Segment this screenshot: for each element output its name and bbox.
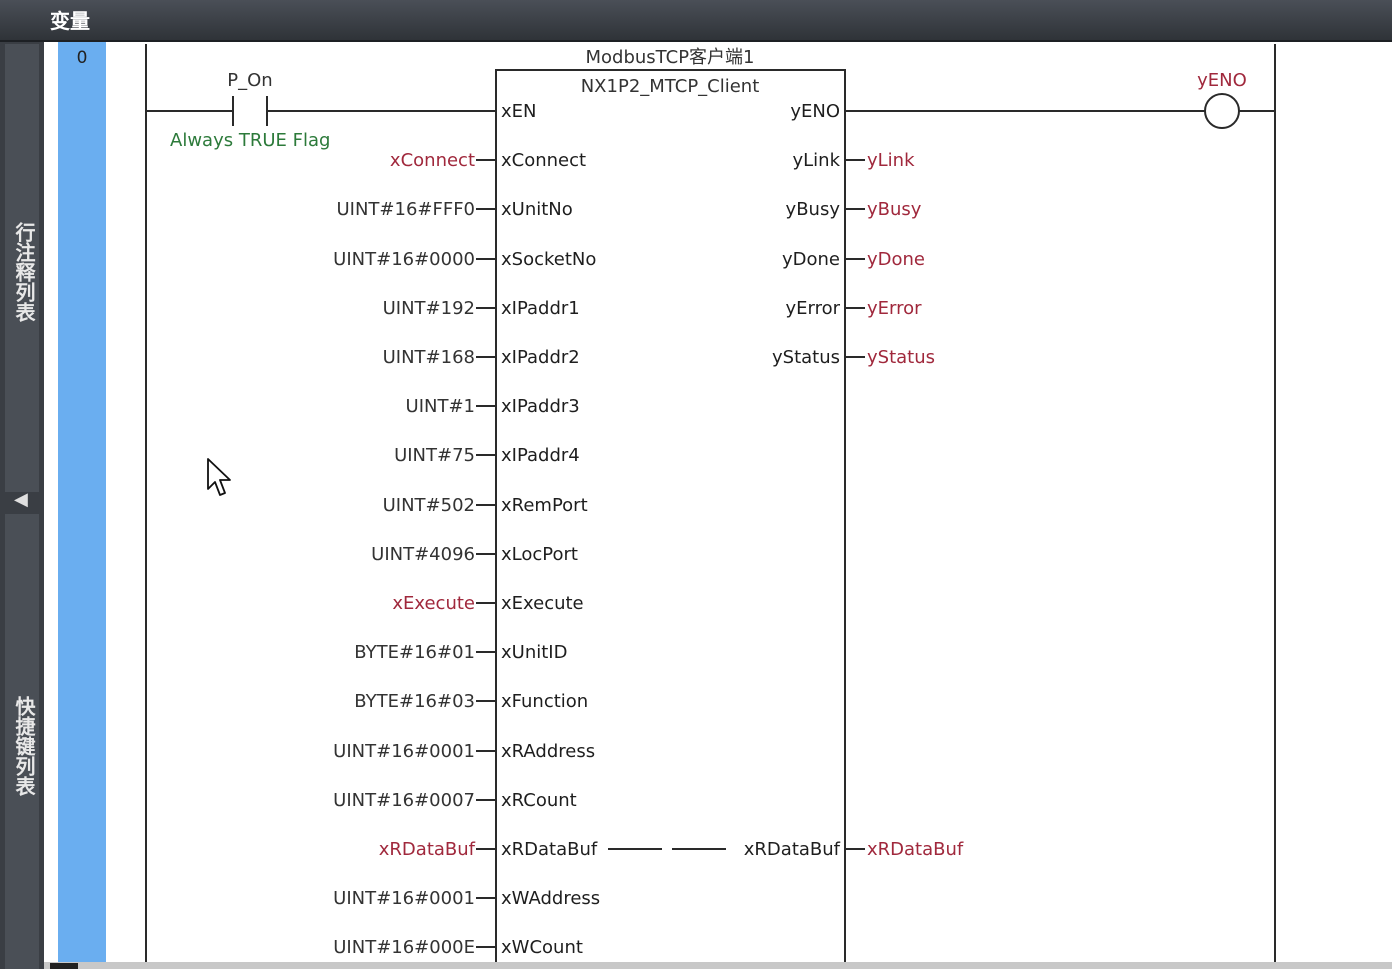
fb-input-pin: xWAddress [501, 888, 600, 909]
fb-input-arg[interactable]: UINT#16#0000 [333, 249, 475, 270]
fb-output-arg[interactable]: yError [867, 298, 922, 319]
fb-inout-arg[interactable]: xRDataBuf [867, 839, 964, 860]
scrollbar-thumb[interactable] [50, 963, 78, 969]
fb-input-arg[interactable]: xConnect [390, 150, 475, 171]
fb-input-pin: xRDataBuf [501, 839, 598, 860]
fb-input-arg[interactable]: UINT#16#0001 [333, 888, 475, 909]
fb-output-pin: yBusy [786, 199, 841, 220]
fb-input-arg[interactable]: UINT#4096 [371, 544, 475, 565]
fb-input-arg[interactable]: BYTE#16#03 [354, 691, 475, 712]
fb-output-arg[interactable]: yLink [867, 150, 915, 171]
fb-input-pin: xConnect [501, 150, 586, 171]
fb-input-arg[interactable]: UINT#502 [383, 495, 475, 516]
fb-output-pin: yDone [782, 249, 840, 270]
fb-input-pin: xFunction [501, 691, 588, 712]
fb-output-arg[interactable]: yDone [867, 249, 925, 270]
fb-input-pin: xWCount [501, 937, 583, 958]
fb-output-arg[interactable]: yStatus [867, 347, 935, 368]
fb-input-pin: xLocPort [501, 544, 578, 565]
fb-output-pin: yLink [792, 150, 840, 171]
fb-input-pin: xExecute [501, 593, 584, 614]
fb-input-pin: xEN [501, 101, 537, 122]
fb-input-pin: xIPaddr2 [501, 347, 580, 368]
fb-input-pin: xRCount [501, 790, 577, 811]
fb-input-pin: xUnitID [501, 642, 567, 663]
horizontal-scrollbar[interactable] [44, 962, 1392, 969]
fb-input-pin: xIPaddr4 [501, 445, 580, 466]
fb-input-arg[interactable]: UINT#192 [383, 298, 475, 319]
contact-variable[interactable]: P_On [227, 70, 272, 91]
fb-input-arg[interactable]: UINT#168 [383, 347, 475, 368]
fb-input-pin: xUnitNo [501, 199, 573, 220]
fb-type-name: NX1P2_MTCP_Client [581, 76, 760, 97]
fb-input-arg[interactable]: UINT#1 [406, 396, 475, 417]
fb-input-arg[interactable]: UINT#16#FFF0 [336, 199, 475, 220]
fb-output-pin: yStatus [772, 347, 840, 368]
fb-input-arg[interactable]: UINT#16#0007 [333, 790, 475, 811]
fb-input-arg[interactable]: BYTE#16#01 [354, 642, 475, 663]
fb-input-arg[interactable]: xExecute [392, 593, 475, 614]
fb-input-pin: xSocketNo [501, 249, 596, 270]
fb-output-pin: yENO [790, 101, 840, 122]
contact-comment: Always TRUE Flag [170, 130, 330, 151]
fb-output-pin: yError [785, 298, 840, 319]
fb-inout-pin: xRDataBuf [744, 839, 841, 860]
coil-variable[interactable]: yENO [1197, 70, 1247, 91]
fb-input-pin: xIPaddr1 [501, 298, 580, 319]
fb-input-pin: xRAddress [501, 741, 595, 762]
fb-input-arg[interactable]: UINT#16#000E [333, 937, 475, 958]
fb-input-pin: xIPaddr3 [501, 396, 580, 417]
fb-input-pin: xRemPort [501, 495, 588, 516]
fb-output-arg[interactable]: yBusy [867, 199, 922, 220]
mouse-cursor-icon [207, 458, 231, 496]
fb-instance-name[interactable]: ModbusTCP客户端1 [586, 47, 755, 68]
coil-icon[interactable] [1204, 93, 1240, 129]
fb-input-arg[interactable]: UINT#16#0001 [333, 741, 475, 762]
contact-no-icon[interactable] [232, 96, 268, 126]
fb-input-arg[interactable]: UINT#75 [394, 445, 475, 466]
fb-input-arg[interactable]: xRDataBuf [379, 839, 476, 860]
